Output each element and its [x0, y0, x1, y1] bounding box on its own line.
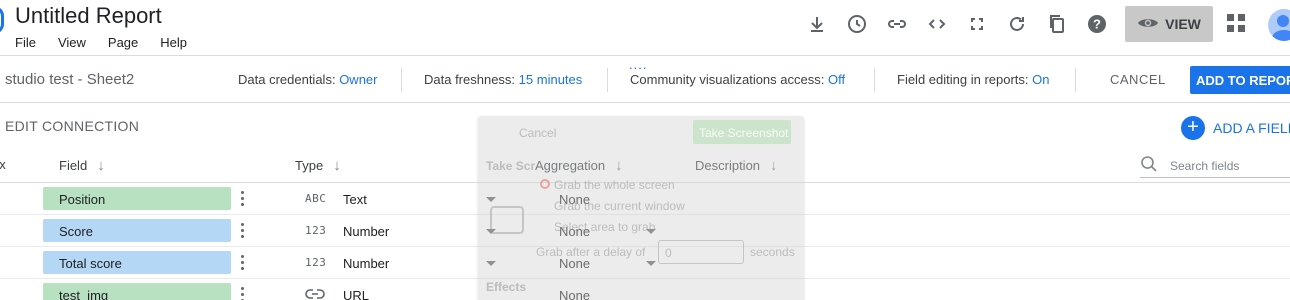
- credentials-setting[interactable]: Data credentials: Owner: [238, 72, 377, 87]
- freshness-label: Data freshness:: [424, 72, 516, 87]
- view-button[interactable]: VIEW: [1125, 6, 1213, 42]
- eye-icon: [1137, 16, 1159, 33]
- search-input[interactable]: Search fields: [1170, 159, 1239, 173]
- field-editing-label: Field editing in reports:: [897, 72, 1029, 87]
- more-options-icon[interactable]: [241, 287, 244, 300]
- add-field-label: ADD A FIELD: [1213, 120, 1290, 136]
- field-name-pill[interactable]: test_img: [43, 283, 231, 300]
- field-name-pill[interactable]: Score: [43, 219, 231, 242]
- divider: [401, 68, 402, 92]
- delay-label: Grab after a delay of: [536, 245, 646, 259]
- plus-icon: +: [1181, 116, 1205, 140]
- link-icon[interactable]: [885, 12, 909, 36]
- community-setting[interactable]: Community visualizations access: Off: [630, 72, 845, 87]
- field-name-pill[interactable]: Total score: [43, 251, 231, 274]
- menu-help[interactable]: Help: [160, 35, 187, 50]
- column-header-type[interactable]: Type ↓: [295, 157, 341, 174]
- sort-arrow-icon: ↓: [333, 157, 341, 174]
- edit-connection-link[interactable]: EDIT CONNECTION: [5, 118, 139, 134]
- download-icon[interactable]: [805, 12, 829, 36]
- add-to-report-button[interactable]: ADD TO REPORT: [1190, 66, 1290, 94]
- credentials-value[interactable]: Owner: [339, 72, 377, 87]
- delay-stepper[interactable]: 0: [658, 240, 744, 264]
- screenshot-cancel-button[interactable]: Cancel: [519, 126, 556, 140]
- more-options-icon[interactable]: [241, 191, 244, 209]
- add-field-button[interactable]: + ADD A FIELD: [1181, 116, 1290, 140]
- type-select[interactable]: Number: [343, 224, 389, 239]
- logo-icon[interactable]: [0, 6, 4, 34]
- datasource-bar: studio test - Sheet2 Data credentials: O…: [0, 57, 1290, 103]
- option-current-window[interactable]: Grab the current window: [554, 199, 685, 213]
- option-whole-screen[interactable]: Grab the whole screen: [554, 178, 675, 192]
- screenshot-dialog: Cancel Take Screenshot Take Scr Grab the…: [478, 116, 804, 300]
- column-header-field[interactable]: Field ↓: [59, 157, 105, 174]
- sort-arrow-icon: ↓: [97, 157, 105, 174]
- divider: [1075, 68, 1076, 92]
- column-header-index[interactable]: ex: [0, 157, 6, 172]
- app-header: Untitled Report File View Page Help ? VI…: [0, 0, 1290, 56]
- search-fields[interactable]: Search fields: [1140, 154, 1290, 178]
- menu-bar: File View Page Help: [15, 35, 209, 50]
- more-options-icon[interactable]: [241, 255, 244, 273]
- screenshot-title: Take Scr: [486, 159, 536, 173]
- camera-icon: [490, 206, 524, 234]
- report-title[interactable]: Untitled Report: [15, 3, 162, 29]
- more-options-icon[interactable]: [241, 223, 244, 241]
- text-type-icon: ABC: [305, 192, 327, 205]
- avatar[interactable]: [1268, 9, 1290, 41]
- history-icon[interactable]: [845, 12, 869, 36]
- type-select[interactable]: URL: [343, 288, 369, 300]
- radio-icon[interactable]: [540, 179, 550, 189]
- view-button-label: VIEW: [1165, 16, 1201, 32]
- embed-icon[interactable]: [925, 12, 949, 36]
- fullscreen-icon[interactable]: [965, 12, 989, 36]
- url-type-icon: [305, 288, 325, 300]
- refresh-icon[interactable]: [1005, 12, 1029, 36]
- delay-value[interactable]: 0: [665, 246, 672, 260]
- menu-page[interactable]: Page: [108, 35, 138, 50]
- divider: [874, 68, 875, 92]
- community-value[interactable]: Off: [828, 72, 845, 87]
- column-type-label: Type: [295, 158, 324, 173]
- search-icon: [1140, 155, 1158, 176]
- help-icon[interactable]: ?: [1085, 12, 1109, 36]
- field-editing-value[interactable]: On: [1032, 72, 1049, 87]
- column-index-label: ex: [0, 157, 6, 172]
- number-type-icon: 123: [305, 224, 327, 237]
- credentials-label: Data credentials:: [238, 72, 336, 87]
- number-type-icon: 123: [305, 256, 327, 269]
- cancel-button[interactable]: CANCEL: [1110, 72, 1166, 87]
- take-screenshot-button[interactable]: Take Screenshot: [693, 120, 791, 144]
- freshness-setting[interactable]: Data freshness: 15 minutes: [424, 72, 582, 87]
- type-select[interactable]: Number: [343, 256, 389, 271]
- column-field-label: Field: [59, 158, 88, 173]
- apps-grid-icon[interactable]: [1227, 14, 1245, 32]
- divider: [607, 68, 608, 92]
- effects-heading: Effects: [486, 280, 527, 294]
- copy-icon[interactable]: [1045, 12, 1069, 36]
- freshness-value[interactable]: 15 minutes: [519, 72, 583, 87]
- community-label: Community visualizations access:: [630, 72, 825, 87]
- svg-text:?: ?: [1093, 17, 1101, 32]
- field-editing-setting[interactable]: Field editing in reports: On: [897, 72, 1049, 87]
- menu-file[interactable]: File: [15, 35, 36, 50]
- menu-view[interactable]: View: [58, 35, 86, 50]
- datasource-name: studio test - Sheet2: [5, 71, 135, 88]
- seconds-label: seconds: [750, 245, 795, 259]
- option-select-area[interactable]: Select area to grab: [554, 220, 655, 234]
- drag-handle-icon[interactable]: ....: [629, 57, 647, 72]
- field-name-pill[interactable]: Position: [43, 187, 231, 210]
- type-select[interactable]: Text: [343, 192, 367, 207]
